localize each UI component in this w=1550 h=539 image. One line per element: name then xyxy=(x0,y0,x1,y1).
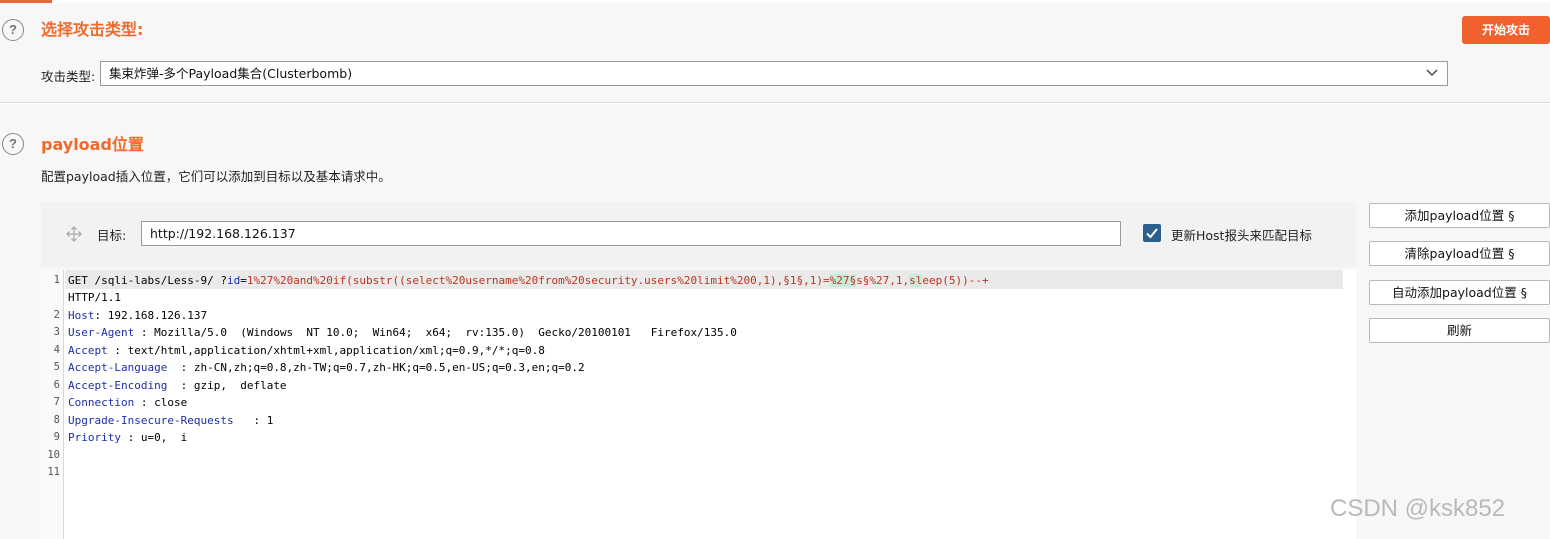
line-number: 3 xyxy=(53,326,60,338)
header-sep: : xyxy=(127,431,135,444)
section-title-payload-positions: payload位置 xyxy=(41,135,144,154)
line-number: 7 xyxy=(53,396,60,408)
add-payload-position-button[interactable]: 添加payload位置 § xyxy=(1369,203,1550,228)
line-number: 11 xyxy=(47,466,60,478)
line-number-gutter: 1 2 3 4 5 6 7 8 9 10 11 xyxy=(41,270,64,539)
header-line: Connection : close xyxy=(68,396,187,409)
request-line: GET /sqli-labs/Less-9/ ?id=1%27%20and%20… xyxy=(68,274,989,287)
auto-add-payload-position-button[interactable]: 自动添加payload位置 § xyxy=(1369,280,1550,305)
header-name: Host xyxy=(68,309,95,322)
header-line: Priority : u=0, i xyxy=(68,431,187,444)
start-attack-button[interactable]: 开始攻击 xyxy=(1462,16,1550,44)
attack-type-selected-value: 集束炸弹-多个Payload集合(Clusterbomb) xyxy=(109,66,353,81)
header-value: 192.168.126.137 xyxy=(107,309,208,322)
param-value: 1%27%20and%20if(substr((select%20usernam… xyxy=(246,274,784,287)
target-input[interactable]: http://192.168.126.137 xyxy=(141,221,1121,246)
line-number: 8 xyxy=(53,414,60,426)
payload-marker[interactable]: §1§ xyxy=(783,274,803,287)
param-name: id xyxy=(226,274,241,287)
target-panel: 目标: http://192.168.126.137 更新Host报头来匹配目标 xyxy=(41,202,1356,267)
chevron-down-icon xyxy=(1426,69,1438,76)
header-line: Upgrade-Insecure-Requests : 1 xyxy=(68,414,273,427)
header-line: Accept : text/html,application/xhtml+xml… xyxy=(68,344,545,357)
header-line: Accept-Language : zh-CN,zh;q=0.8,zh-TW;q… xyxy=(68,361,585,374)
request-protocol: HTTP/1.1 xyxy=(68,291,121,304)
param-value: ,1)= xyxy=(803,274,830,287)
payload-marker[interactable]: %27§ xyxy=(829,274,857,287)
header-sep: : xyxy=(94,309,102,322)
header-name: Accept xyxy=(68,344,108,357)
update-host-label: 更新Host报头来匹配目标 xyxy=(1171,228,1312,243)
line-number: 2 xyxy=(53,309,60,321)
line-number: 10 xyxy=(47,449,60,461)
header-name: Priority xyxy=(68,431,121,444)
header-line: Host: 192.168.126.137 xyxy=(68,309,207,322)
help-icon[interactable]: ? xyxy=(2,133,24,155)
header-sep: : xyxy=(240,414,261,427)
check-icon xyxy=(1146,228,1158,239)
line-number: 1 xyxy=(53,274,60,286)
param-value: eep(5))--+ xyxy=(922,274,989,287)
header-value: gzip, deflate xyxy=(193,379,287,392)
watermark: CSDN @ksk852 xyxy=(1330,495,1506,522)
header-name: User-Agent xyxy=(68,326,135,339)
param-equals: = xyxy=(240,274,247,287)
header-name: Connection xyxy=(68,396,135,409)
header-sep: : xyxy=(173,379,188,392)
line-number: 6 xyxy=(53,379,60,391)
header-name: Upgrade-Insecure-Requests xyxy=(68,414,234,427)
attack-type-select[interactable]: 集束炸弹-多个Payload集合(Clusterbomb) xyxy=(100,61,1448,86)
move-icon[interactable] xyxy=(66,226,82,242)
line-number: 5 xyxy=(53,361,60,373)
help-icon[interactable]: ? xyxy=(2,19,24,41)
header-line: User-Agent : Mozilla/5.0 (Windows NT 10.… xyxy=(68,326,737,339)
header-value: zh-CN,zh;q=0.8,zh-TW;q=0.7,zh-HK;q=0.5,e… xyxy=(193,361,585,374)
refresh-button[interactable]: 刷新 xyxy=(1369,318,1550,343)
header-sep: : xyxy=(173,361,188,374)
header-name: Accept-Language xyxy=(68,361,168,374)
attack-type-section: ? 选择攻击类型: 开始攻击 攻击类型: 集束炸弹-多个Payload集合(Cl… xyxy=(0,3,1550,103)
attack-type-label: 攻击类型: xyxy=(41,69,96,84)
clear-payload-position-button[interactable]: 清除payload位置 § xyxy=(1369,241,1550,266)
line-number: 9 xyxy=(53,431,60,443)
section-description: 配置payload插入位置，它们可以添加到目标以及基本请求中。 xyxy=(41,169,391,184)
header-value: u=0, i xyxy=(140,431,188,444)
header-sep: : xyxy=(140,326,148,339)
header-sep: : xyxy=(140,396,148,409)
update-host-checkbox[interactable] xyxy=(1143,224,1161,242)
header-value: text/html,application/xhtml+xml,applicat… xyxy=(127,344,545,357)
request-method-path: GET /sqli-labs/Less-9/ ? xyxy=(68,274,227,287)
payload-marker[interactable]: sl xyxy=(909,274,923,287)
line-number: 4 xyxy=(53,344,60,356)
header-sep: : xyxy=(114,344,121,357)
section-title-attack-type: 选择攻击类型: xyxy=(41,20,144,39)
header-value: 1 xyxy=(266,414,274,427)
payload-positions-section: ? payload位置 配置payload插入位置，它们可以添加到目标以及基本请… xyxy=(0,104,1550,539)
header-value: close xyxy=(154,396,188,409)
header-value: Mozilla/5.0 (Windows NT 10.0; Win64; x64… xyxy=(154,326,737,339)
request-editor[interactable]: 1 2 3 4 5 6 7 8 9 10 11 GET /sqli-labs/L… xyxy=(41,270,1356,539)
header-name: Accept-Encoding xyxy=(68,379,168,392)
param-value: s§%27,1, xyxy=(856,274,910,287)
header-line: Accept-Encoding : gzip, deflate xyxy=(68,379,287,392)
target-label: 目标: xyxy=(97,228,127,243)
